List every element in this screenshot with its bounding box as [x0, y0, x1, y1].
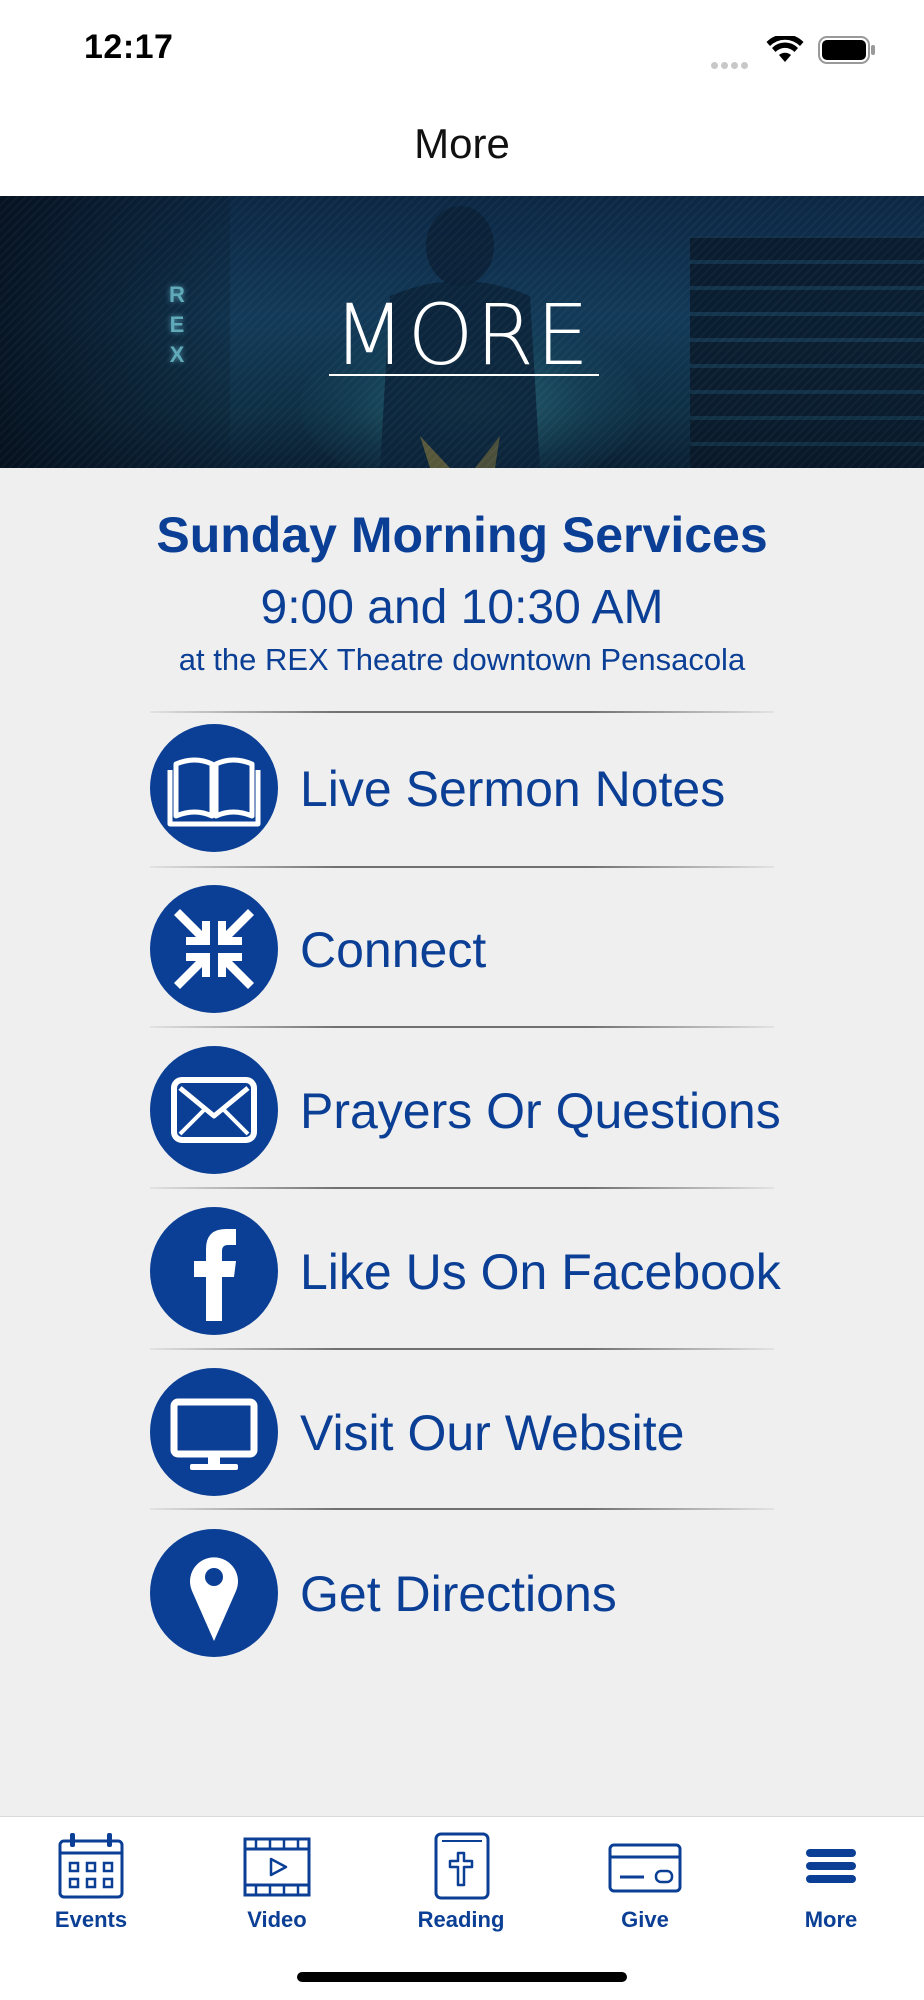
- menu-item-label: Visit Our Website: [300, 1405, 685, 1461]
- menu-item-facebook[interactable]: Like Us On Facebook: [150, 1207, 781, 1337]
- menu-item-label: Live Sermon Notes: [300, 761, 726, 817]
- hero-banner: R E X MORE: [0, 196, 924, 468]
- cell-signal-icon: [711, 56, 751, 74]
- hamburger-icon: [806, 1849, 856, 1883]
- menu-item-live-sermon-notes[interactable]: Live Sermon Notes: [150, 724, 774, 854]
- tab-label: Video: [247, 1907, 307, 1932]
- menu-item-connect[interactable]: Connect: [150, 885, 774, 1015]
- navigation-bar: More: [0, 100, 924, 196]
- wifi-icon: [766, 36, 804, 62]
- divider: [150, 866, 774, 868]
- home-indicator[interactable]: [297, 1972, 627, 1982]
- divider: [150, 1348, 774, 1350]
- tab-label: Give: [621, 1907, 669, 1932]
- screen: 12:17 More R E X MO: [0, 0, 924, 2000]
- battery-icon: [818, 36, 875, 64]
- status-time: 12:17: [84, 28, 174, 66]
- tab-video[interactable]: Video: [207, 1831, 347, 1941]
- envelope-icon: [150, 1046, 278, 1174]
- tab-label: More: [804, 1907, 858, 1932]
- hero-title: MORE: [332, 286, 592, 384]
- divider: [150, 711, 774, 713]
- status-bar: 12:17: [0, 0, 924, 100]
- divider: [150, 1508, 774, 1510]
- bible-icon: [434, 1832, 490, 1900]
- credit-card-icon: [608, 1843, 682, 1893]
- tab-reading[interactable]: Reading: [391, 1831, 531, 1941]
- monitor-icon: [150, 1368, 278, 1496]
- menu-item-prayers-or-questions[interactable]: Prayers Or Questions: [150, 1046, 781, 1176]
- tab-give[interactable]: Give: [575, 1831, 715, 1941]
- services-time: 9:00 and 10:30 AM: [260, 581, 664, 634]
- hero-underline: [329, 374, 599, 376]
- services-title: Sunday Morning Services: [156, 507, 768, 563]
- services-location: at the REX Theatre downtown Pensacola: [178, 642, 746, 677]
- menu-item-visit-website[interactable]: Visit Our Website: [150, 1368, 774, 1498]
- menu-item-label: Prayers Or Questions: [300, 1083, 781, 1139]
- map-pin-icon: [150, 1529, 278, 1657]
- arrows-inward-icon: [150, 885, 278, 1013]
- tab-label: Events: [54, 1907, 128, 1932]
- divider: [150, 1026, 774, 1028]
- menu-item-label: Like Us On Facebook: [300, 1244, 781, 1300]
- menu-item-label: Get Directions: [300, 1566, 617, 1622]
- menu-item-get-directions[interactable]: Get Directions: [150, 1529, 774, 1659]
- tab-label: Reading: [417, 1907, 505, 1932]
- calendar-icon: [58, 1833, 124, 1899]
- facebook-icon: [150, 1207, 278, 1335]
- menu-item-label: Connect: [300, 922, 487, 978]
- tab-events[interactable]: Events: [21, 1831, 161, 1941]
- page-title: More: [414, 120, 510, 167]
- tab-more[interactable]: More: [761, 1831, 901, 1941]
- book-icon: [150, 724, 278, 852]
- video-icon: [243, 1837, 311, 1897]
- divider: [150, 1187, 774, 1189]
